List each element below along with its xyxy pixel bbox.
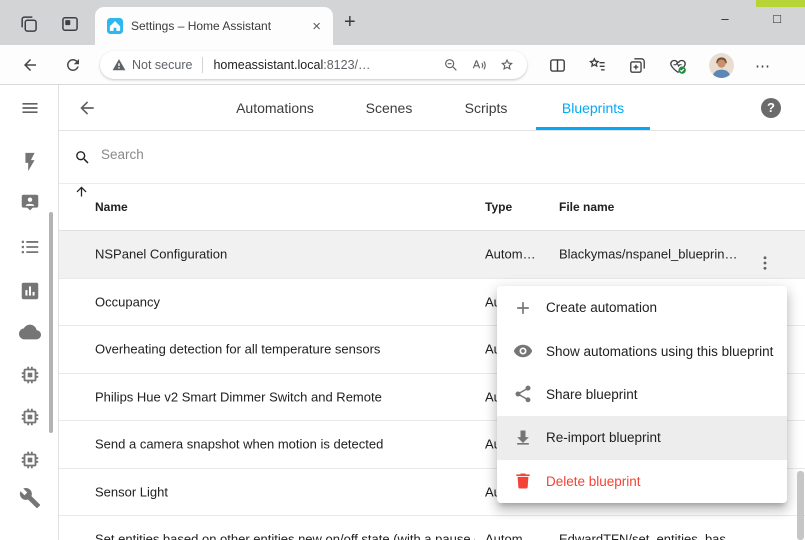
read-aloud-icon[interactable] bbox=[471, 57, 487, 73]
home-assistant-page: Automations Scenes Scripts Blueprints ? … bbox=[0, 85, 805, 540]
list-icon[interactable] bbox=[19, 236, 41, 258]
blueprint-context-menu: Create automation Show automations using… bbox=[497, 286, 787, 503]
address-bar[interactable]: Not secure homeassistant.local:8123/… bbox=[100, 51, 527, 79]
menu-item-show-automations[interactable]: Show automations using this blueprint bbox=[497, 329, 787, 372]
menu-item-label: Create automation bbox=[546, 300, 657, 315]
menu-item-create-automation[interactable]: Create automation bbox=[497, 286, 787, 329]
row-name: NSPanel Configuration bbox=[95, 247, 227, 262]
zoom-out-icon[interactable] bbox=[443, 57, 459, 73]
new-tab-button[interactable]: + bbox=[344, 12, 356, 32]
favorites-list-icon[interactable] bbox=[588, 56, 607, 75]
not-secure-warning-icon bbox=[112, 58, 126, 72]
tab-title: Settings – Home Assistant bbox=[131, 19, 302, 33]
security-label[interactable]: Not secure bbox=[132, 58, 192, 72]
tab-close-icon[interactable]: × bbox=[310, 19, 323, 34]
share-icon bbox=[513, 384, 533, 404]
active-tab-underline bbox=[536, 127, 650, 130]
eye-icon bbox=[513, 341, 533, 361]
menu-item-delete-blueprint[interactable]: Delete blueprint bbox=[497, 460, 787, 503]
split-screen-icon[interactable] bbox=[548, 56, 567, 75]
window-maximize-button[interactable]: □ bbox=[762, 11, 792, 26]
chip-icon[interactable] bbox=[19, 364, 41, 386]
menu-item-label: Delete blueprint bbox=[546, 474, 641, 489]
table-row[interactable]: Set entities based on other entities new… bbox=[59, 516, 805, 540]
home-assistant-favicon bbox=[107, 18, 123, 34]
trash-icon bbox=[513, 471, 533, 491]
search-icon bbox=[74, 149, 91, 166]
wrench-icon[interactable] bbox=[19, 487, 41, 509]
plus-icon bbox=[513, 298, 533, 318]
table-row[interactable]: NSPanel Configuration Autom… Blackymas/n… bbox=[59, 231, 805, 279]
chart-box-icon[interactable] bbox=[19, 280, 41, 302]
row-name: Set entities based on other entities new… bbox=[95, 532, 475, 540]
chip-icon[interactable] bbox=[19, 449, 41, 471]
desktop-corner-strip bbox=[756, 0, 805, 7]
tab-actions-icon[interactable] bbox=[19, 14, 39, 34]
menu-item-label: Share blueprint bbox=[546, 387, 638, 402]
row-file: EdwardTFN/set_entities_bas… bbox=[559, 532, 739, 540]
energy-bolt-icon[interactable] bbox=[19, 151, 41, 173]
cloud-icon[interactable] bbox=[19, 321, 41, 343]
row-name: Sensor Light bbox=[95, 484, 168, 499]
page-scrollbar-thumb[interactable] bbox=[797, 471, 804, 540]
row-name: Overheating detection for all temperatur… bbox=[95, 342, 380, 357]
help-button[interactable]: ? bbox=[761, 98, 781, 118]
person-badge-icon[interactable] bbox=[19, 192, 41, 214]
url-path[interactable]: :8123/… bbox=[323, 58, 370, 72]
browser-window: Settings – Home Assistant × + – □ Not se… bbox=[0, 0, 805, 540]
row-name: Philips Hue v2 Smart Dimmer Switch and R… bbox=[95, 389, 382, 404]
row-name: Occupancy bbox=[95, 294, 160, 309]
column-header-file[interactable]: File name bbox=[559, 184, 614, 231]
tab-automations[interactable]: Automations bbox=[236, 85, 314, 131]
menu-hamburger-icon[interactable] bbox=[20, 98, 40, 118]
table-header: Name Type File name bbox=[59, 184, 805, 231]
column-header-type[interactable]: Type bbox=[485, 184, 512, 231]
menu-item-reimport-blueprint[interactable]: Re-import blueprint bbox=[497, 416, 787, 459]
menu-item-label: Re-import blueprint bbox=[546, 430, 661, 445]
row-overflow-menu-icon[interactable] bbox=[756, 254, 774, 272]
address-divider bbox=[202, 57, 203, 73]
tab-scenes[interactable]: Scenes bbox=[366, 85, 413, 131]
workspaces-icon[interactable] bbox=[60, 14, 80, 34]
row-file: Blackymas/nspanel_blueprin… bbox=[559, 247, 737, 262]
tab-blueprints[interactable]: Blueprints bbox=[562, 85, 624, 131]
download-icon bbox=[513, 428, 533, 448]
profile-avatar[interactable] bbox=[709, 53, 734, 78]
collections-add-icon[interactable] bbox=[628, 56, 647, 75]
url-host[interactable]: homeassistant.local bbox=[213, 58, 323, 72]
ha-sidebar bbox=[0, 85, 59, 540]
back-icon[interactable] bbox=[21, 56, 39, 74]
menu-item-share-blueprint[interactable]: Share blueprint bbox=[497, 373, 787, 416]
tab-scripts[interactable]: Scripts bbox=[465, 85, 508, 131]
row-type: Autom… bbox=[485, 247, 536, 262]
refresh-icon[interactable] bbox=[64, 56, 82, 74]
sidebar-scrollbar-thumb[interactable] bbox=[49, 212, 53, 433]
search-input[interactable] bbox=[99, 146, 423, 163]
row-name: Send a camera snapshot when motion is de… bbox=[95, 437, 383, 452]
browser-titlebar: Settings – Home Assistant × + – □ bbox=[0, 0, 805, 45]
chip-icon[interactable] bbox=[19, 406, 41, 428]
ha-header: Automations Scenes Scripts Blueprints ? bbox=[59, 85, 805, 131]
ha-back-icon[interactable] bbox=[77, 98, 97, 118]
window-minimize-button[interactable]: – bbox=[710, 11, 740, 26]
search-row bbox=[59, 131, 805, 184]
settings-more-icon[interactable]: ⋯ bbox=[755, 57, 771, 75]
row-type: Autom… bbox=[485, 532, 536, 540]
favorite-star-icon[interactable] bbox=[499, 57, 515, 73]
sort-ascending-icon[interactable] bbox=[74, 184, 89, 199]
menu-item-label: Show automations using this blueprint bbox=[546, 344, 773, 359]
column-header-name[interactable]: Name bbox=[95, 184, 128, 231]
browser-essentials-icon[interactable] bbox=[668, 56, 688, 76]
browser-tab[interactable]: Settings – Home Assistant × bbox=[95, 7, 333, 45]
browser-toolbar: Not secure homeassistant.local:8123/… bbox=[0, 45, 805, 85]
